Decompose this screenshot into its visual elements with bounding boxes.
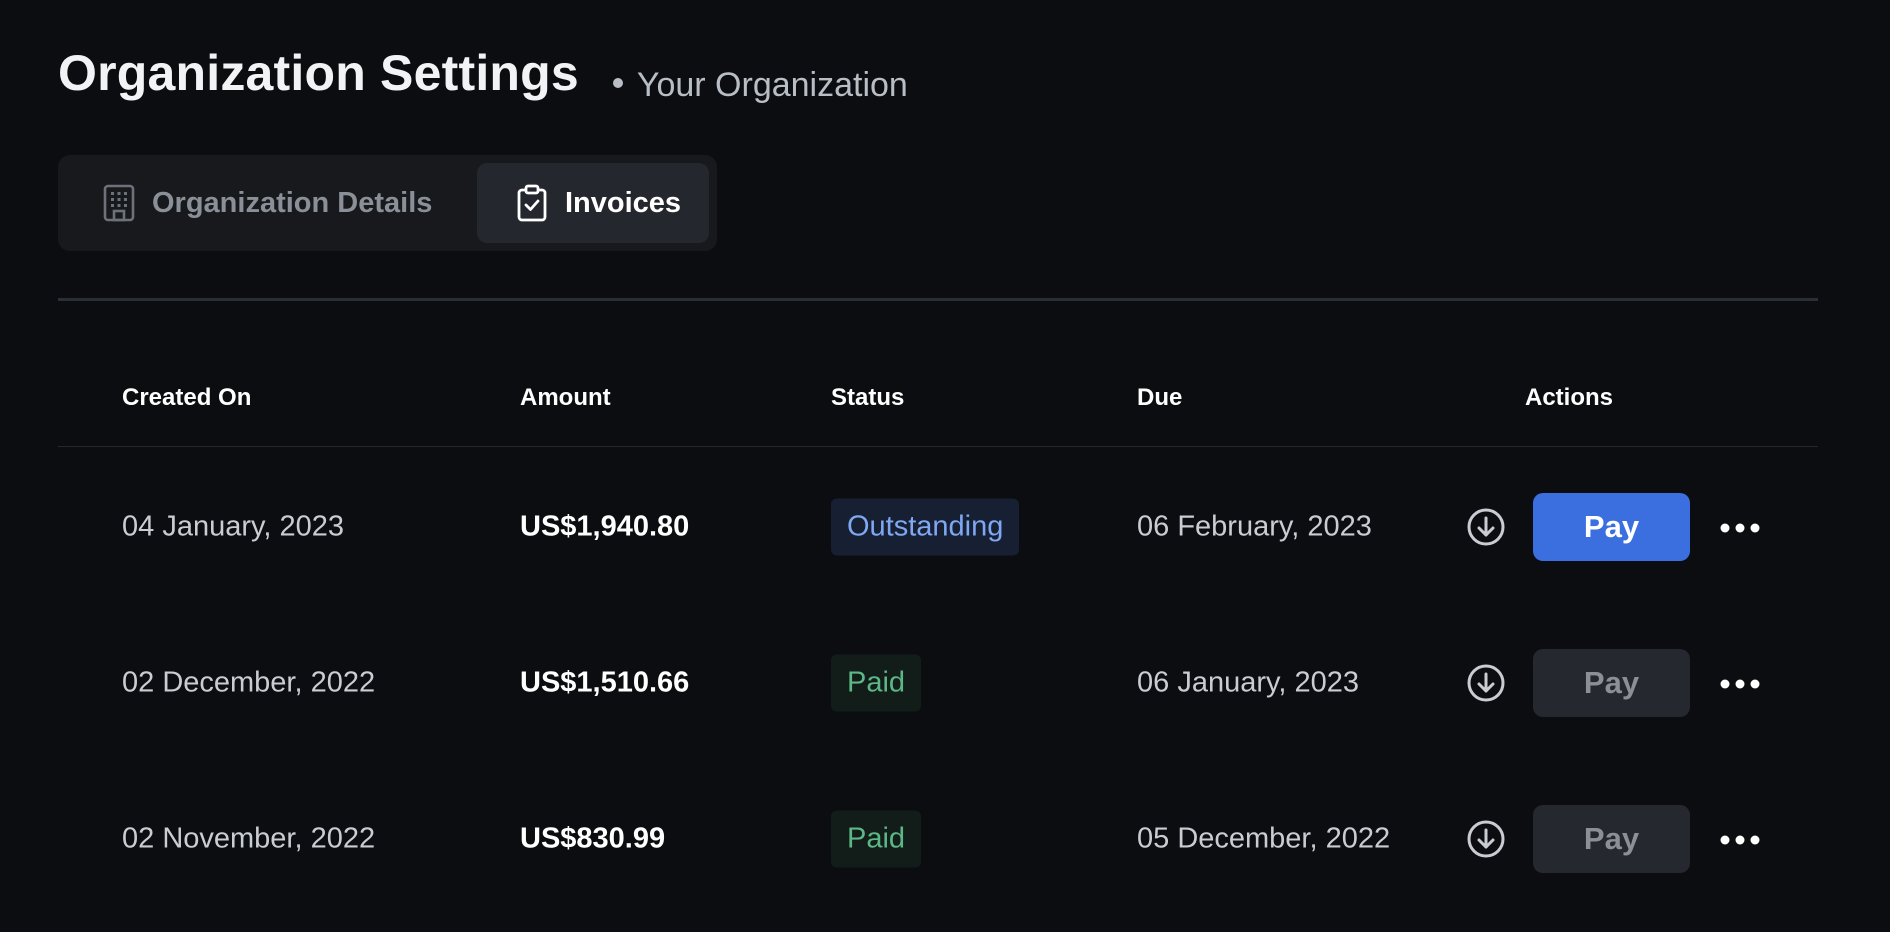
page-header: Organization Settings Your Organization bbox=[58, 44, 908, 105]
organization-label: Your Organization bbox=[636, 65, 908, 104]
pay-button[interactable]: Pay bbox=[1533, 805, 1690, 873]
organization-name: Your Organization bbox=[612, 65, 908, 105]
download-circle-icon[interactable] bbox=[1466, 819, 1506, 859]
tab-invoices[interactable]: Invoices bbox=[477, 163, 709, 243]
table-row: 02 November, 2022 US$830.99 Paid 05 Dece… bbox=[58, 761, 1818, 917]
table-row: 02 December, 2022 US$1,510.66 Paid 06 Ja… bbox=[58, 605, 1818, 761]
created-on-cell: 02 November, 2022 bbox=[122, 822, 376, 855]
column-header-amount: Amount bbox=[520, 384, 611, 411]
more-horizontal-icon[interactable] bbox=[1719, 677, 1761, 689]
download-circle-icon[interactable] bbox=[1466, 507, 1506, 547]
column-header-status: Status bbox=[831, 384, 905, 411]
created-on-cell: 02 December, 2022 bbox=[122, 666, 376, 699]
pay-button[interactable]: Pay bbox=[1533, 649, 1690, 717]
column-header-actions: Actions bbox=[1525, 384, 1614, 411]
tab-label: Invoices bbox=[565, 186, 682, 219]
amount-cell: US$1,940.80 bbox=[520, 510, 690, 543]
tab-organization-details[interactable]: Organization Details bbox=[102, 163, 432, 243]
due-cell: 05 December, 2022 bbox=[1137, 822, 1391, 855]
invoice-table-header: Created On Amount Status Due Actions bbox=[58, 370, 1818, 447]
status-badge: Paid bbox=[831, 654, 922, 712]
bullet-dot bbox=[612, 78, 623, 88]
organization-settings-page: Organization Settings Your Organization bbox=[0, 0, 1890, 932]
download-circle-icon[interactable] bbox=[1466, 663, 1506, 703]
amount-cell: US$830.99 bbox=[520, 822, 666, 855]
clipboard-check-icon bbox=[515, 184, 549, 222]
section-divider bbox=[58, 298, 1818, 301]
more-horizontal-icon[interactable] bbox=[1719, 833, 1761, 845]
status-badge: Paid bbox=[831, 810, 922, 868]
due-cell: 06 February, 2023 bbox=[1137, 510, 1372, 543]
pay-button[interactable]: Pay bbox=[1533, 493, 1690, 561]
more-horizontal-icon[interactable] bbox=[1719, 521, 1761, 533]
status-badge: Outstanding bbox=[831, 498, 1020, 556]
page-title: Organization Settings bbox=[58, 45, 579, 101]
tab-label: Organization Details bbox=[152, 186, 433, 219]
settings-tabs: Organization Details Invoices bbox=[58, 155, 717, 251]
created-on-cell: 04 January, 2023 bbox=[122, 510, 344, 543]
column-header-created-on: Created On bbox=[122, 384, 252, 411]
building-icon bbox=[102, 184, 136, 222]
due-cell: 06 January, 2023 bbox=[1137, 666, 1359, 699]
table-row: 04 January, 2023 US$1,940.80 Outstanding… bbox=[58, 449, 1818, 605]
amount-cell: US$1,510.66 bbox=[520, 666, 690, 699]
column-header-due: Due bbox=[1137, 384, 1183, 411]
